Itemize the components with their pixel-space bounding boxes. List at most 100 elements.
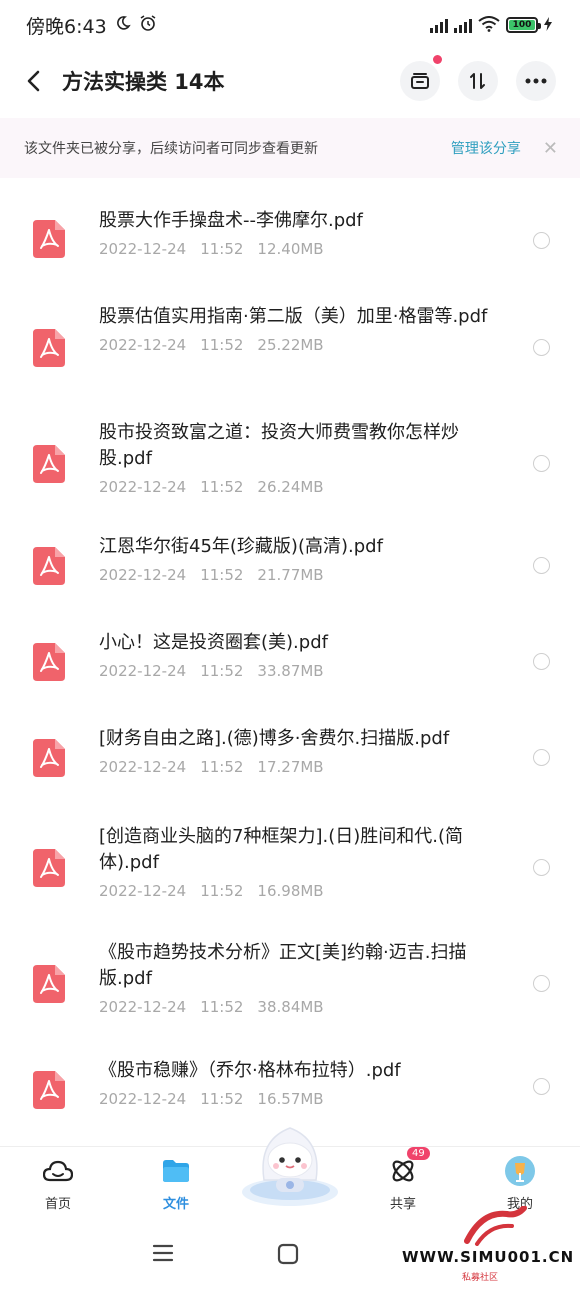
file-date: 2022-12-24: [99, 882, 187, 900]
file-size: 16.57MB: [257, 1090, 324, 1108]
select-radio[interactable]: [533, 1078, 550, 1095]
pdf-icon: [33, 849, 65, 887]
close-icon[interactable]: ✕: [543, 138, 558, 159]
transfer-list-icon: [411, 73, 429, 89]
file-name: 股票估值实用指南·第二版（美）加里·格雷等.pdf: [99, 306, 488, 327]
tab-mine[interactable]: 我的: [480, 1155, 560, 1212]
list-item[interactable]: 股票估值实用指南·第二版（美）加里·格雷等.pdf 2022-12-24 11:5…: [0, 300, 580, 396]
file-name: 《股市趋势技术分析》正文[美]约翰·迈吉.扫描版.pdf: [99, 942, 467, 989]
list-item[interactable]: 江恩华尔街45年(珍藏版)(高清).pdf 2022-12-24 11:52 21.…: [0, 530, 580, 602]
back-button[interactable]: [20, 67, 48, 95]
file-time: 11:52: [200, 662, 244, 680]
sort-button[interactable]: [458, 61, 498, 101]
status-right: 100: [430, 15, 552, 35]
tab-home[interactable]: 首页: [18, 1155, 98, 1212]
page-title: 方法实操类 14本: [62, 70, 225, 94]
moon-icon: [115, 14, 131, 36]
list-item[interactable]: [财务自由之路].(德)博多·舍费尔.扫描版.pdf 2022-12-24 11:…: [0, 722, 580, 794]
menu-button[interactable]: [152, 1243, 174, 1267]
file-meta: 2022-12-24 11:52 33.87MB: [99, 662, 499, 680]
pdf-icon: [33, 739, 65, 777]
sort-icon: [470, 73, 485, 89]
file-size: 12.40MB: [257, 240, 324, 258]
mascot-icon[interactable]: [238, 1120, 342, 1210]
menu-icon: [152, 1244, 174, 1262]
tab-files[interactable]: 文件: [136, 1155, 216, 1212]
pdf-icon: [33, 547, 65, 585]
list-item[interactable]: 小心！这是投资圈套(美).pdf 2022-12-24 11:52 33.87MB: [0, 626, 580, 698]
share-atom-icon: 49: [387, 1147, 430, 1187]
file-time: 11:52: [200, 998, 244, 1016]
file-meta: 2022-12-24 11:52 16.57MB: [99, 1090, 499, 1108]
watermark-text: WWW.SIMU001.CN: [402, 1248, 575, 1266]
notification-dot: [433, 55, 442, 64]
signal-icon: [454, 17, 472, 33]
signal-icon: [430, 17, 448, 33]
file-date: 2022-12-24: [99, 478, 187, 496]
list-item[interactable]: 股票大作手操盘术--李佛摩尔.pdf 2022-12-24 11:52 12.40M…: [0, 200, 580, 280]
file-date: 2022-12-24: [99, 1090, 187, 1108]
file-date: 2022-12-24: [99, 336, 187, 354]
file-meta: 2022-12-24 11:52 38.84MB: [99, 998, 499, 1016]
file-text: 股市投资致富之道：投资大师费雪教你怎样炒股.pdf 2022-12-24 11:5…: [99, 420, 499, 496]
pdf-icon: [33, 1071, 65, 1109]
watermark-subtext: 私募社区: [462, 1273, 499, 1283]
file-time: 11:52: [200, 758, 244, 776]
file-meta: 2022-12-24 11:52 17.27MB: [99, 758, 499, 776]
select-radio[interactable]: [533, 232, 550, 249]
transfer-button[interactable]: [400, 55, 442, 101]
file-text: 小心！这是投资圈套(美).pdf 2022-12-24 11:52 33.87MB: [99, 630, 499, 680]
share-banner-text: 该文件夹已被分享，后续访问者可同步查看更新: [24, 141, 318, 157]
pdf-icon: [33, 329, 65, 367]
file-meta: 2022-12-24 11:52 25.22MB: [99, 336, 499, 354]
list-item[interactable]: 股市投资致富之道：投资大师费雪教你怎样炒股.pdf 2022-12-24 11:5…: [0, 416, 580, 512]
tab-share[interactable]: 49 共享: [363, 1147, 443, 1212]
select-radio[interactable]: [533, 859, 550, 876]
file-name: 股市投资致富之道：投资大师费雪教你怎样炒股.pdf: [99, 422, 459, 469]
select-radio[interactable]: [533, 557, 550, 574]
status-bar: 傍晚6:43 100: [0, 0, 580, 50]
more-button[interactable]: [516, 61, 556, 101]
select-radio[interactable]: [533, 653, 550, 670]
file-date: 2022-12-24: [99, 662, 187, 680]
list-item[interactable]: 《股市稳赚》（乔尔·格林布拉特）.pdf 2022-12-24 11:52 16.5…: [0, 1056, 580, 1128]
square-icon: [277, 1243, 299, 1265]
file-size: 33.87MB: [257, 662, 324, 680]
list-item[interactable]: [创造商业头脑的7种框架力].(日)胜间和代.(简体).pdf 2022-12-…: [0, 820, 580, 916]
file-date: 2022-12-24: [99, 240, 187, 258]
file-size: 16.98MB: [257, 882, 324, 900]
file-meta: 2022-12-24 11:52 26.24MB: [99, 478, 499, 496]
manage-share-link[interactable]: 管理该分享: [451, 138, 521, 158]
battery-icon: 100: [506, 17, 541, 33]
header-actions: [400, 55, 556, 101]
file-text: 江恩华尔街45年(珍藏版)(高清).pdf 2022-12-24 11:52 21.…: [99, 534, 499, 584]
select-radio[interactable]: [533, 975, 550, 992]
status-time: 傍晚6:43: [26, 15, 107, 38]
select-radio[interactable]: [533, 339, 550, 356]
file-size: 21.77MB: [257, 566, 324, 584]
file-text: 《股市稳赚》（乔尔·格林布拉特）.pdf 2022-12-24 11:52 16.5…: [99, 1058, 499, 1108]
list-item[interactable]: 《股市趋势技术分析》正文[美]约翰·迈吉.扫描版.pdf 2022-12-24 1…: [0, 936, 580, 1032]
file-meta: 2022-12-24 11:52 21.77MB: [99, 566, 499, 584]
avatar: [504, 1155, 536, 1187]
file-name: 小心！这是投资圈套(美).pdf: [99, 632, 328, 653]
pdf-icon: [33, 643, 65, 681]
pdf-icon: [33, 445, 65, 483]
file-text: 《股市趋势技术分析》正文[美]约翰·迈吉.扫描版.pdf 2022-12-24 1…: [99, 940, 499, 1016]
file-time: 11:52: [200, 478, 244, 496]
file-text: [创造商业头脑的7种框架力].(日)胜间和代.(简体).pdf 2022-12-…: [99, 824, 499, 900]
file-name: 江恩华尔街45年(珍藏版)(高清).pdf: [99, 536, 383, 557]
file-meta: 2022-12-24 11:52 12.40MB: [99, 240, 499, 258]
wifi-icon: [478, 15, 500, 35]
file-time: 11:52: [200, 336, 244, 354]
home-button[interactable]: [277, 1243, 299, 1269]
file-date: 2022-12-24: [99, 758, 187, 776]
select-radio[interactable]: [533, 455, 550, 472]
file-size: 38.84MB: [257, 998, 324, 1016]
select-radio[interactable]: [533, 749, 550, 766]
file-date: 2022-12-24: [99, 998, 187, 1016]
file-time: 11:52: [200, 882, 244, 900]
header: 方法实操类 14本: [0, 50, 580, 112]
file-size: 26.24MB: [257, 478, 324, 496]
file-text: 股票大作手操盘术--李佛摩尔.pdf 2022-12-24 11:52 12.40M…: [99, 208, 499, 258]
